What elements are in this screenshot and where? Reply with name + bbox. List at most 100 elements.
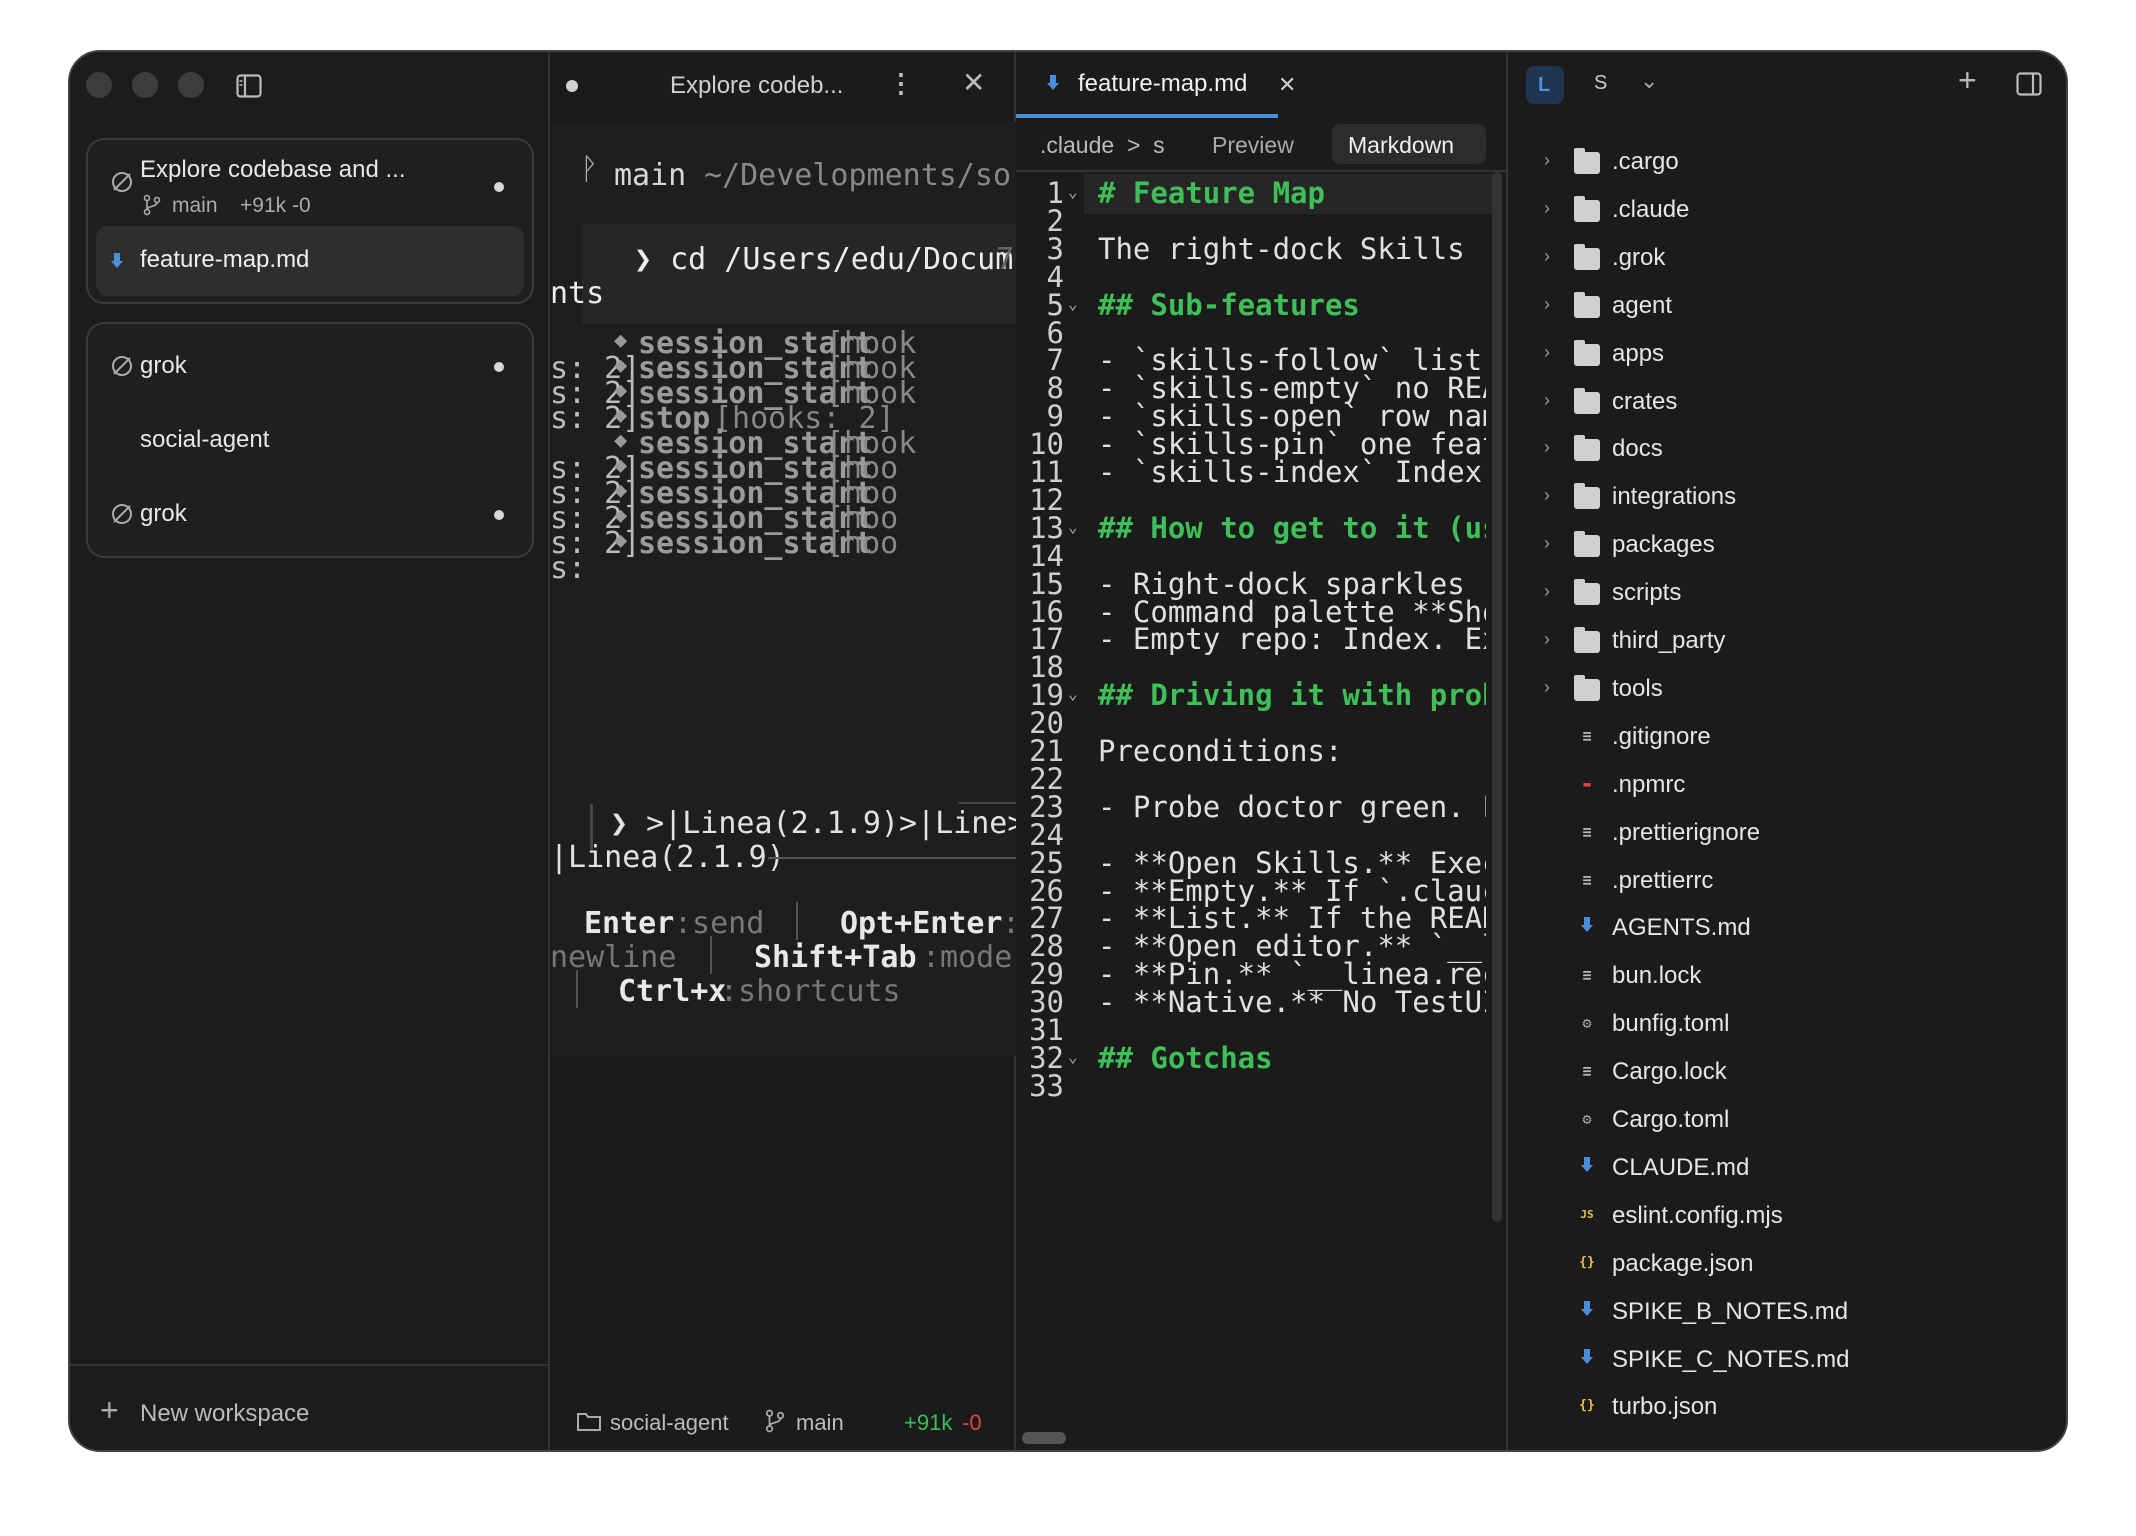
add-icon[interactable]: + [1958, 62, 1977, 99]
editor-tab[interactable]: feature-map.md ✕ [1016, 52, 1296, 118]
tab-s[interactable]: S [1594, 72, 1607, 95]
code-line: 20 [1016, 706, 1486, 740]
new-workspace-button[interactable]: + New workspace [100, 1392, 400, 1436]
tree-file[interactable]: ≡ .prettierignore [1508, 809, 2066, 857]
vertical-scrollbar[interactable] [1492, 172, 1502, 1222]
tree-folder[interactable]: › packages [1508, 521, 2066, 569]
terminal-tab-title[interactable]: Explore codeb... [670, 72, 843, 100]
file-name: CLAUDE.md [1612, 1153, 1750, 1181]
code-line: 14 [1016, 539, 1486, 573]
fold-chevron-icon[interactable]: ⌄ [1068, 294, 1078, 313]
chevron-right-icon[interactable]: › [1544, 485, 1550, 506]
prompt-branch: main [614, 158, 687, 193]
status-branch: main [796, 1410, 844, 1435]
breadcrumb[interactable]: .claude > s [1040, 132, 1165, 159]
horizontal-scrollbar[interactable] [1022, 1432, 1066, 1444]
folder-icon [577, 1413, 601, 1431]
panel-toggle-icon[interactable] [2016, 72, 2042, 96]
close-tab-icon[interactable]: ✕ [962, 66, 985, 99]
workspace-item-grok[interactable]: grok [88, 336, 532, 396]
tree-file[interactable]: SPIKE_B_NOTES.md [1508, 1288, 2066, 1336]
view-markdown-tab[interactable]: Markdown [1332, 124, 1486, 164]
zoom-window-button[interactable] [178, 72, 204, 98]
npm-icon: ▬ [1583, 776, 1591, 791]
markdown-icon [1574, 1156, 1600, 1178]
minimize-window-button[interactable] [132, 72, 158, 98]
folder-name: .claude [1612, 195, 1690, 223]
code-line: 15- Right-dock sparkles r [1016, 567, 1486, 601]
diamond-icon: ◆ [614, 478, 628, 503]
chevron-right-icon[interactable]: › [1544, 246, 1550, 267]
workspace-item-social-agent[interactable]: social-agent [88, 410, 532, 470]
chevron-down-icon[interactable]: ⌄ [1640, 68, 1658, 94]
tree-file[interactable]: {} turbo.json [1508, 1383, 2066, 1431]
workspace-item-grok-2[interactable]: grok [88, 484, 532, 544]
tree-file[interactable]: ⚙ Cargo.toml [1508, 1096, 2066, 1144]
tree-folder[interactable]: › third_party [1508, 617, 2066, 665]
view-preview-tab[interactable]: Preview [1212, 132, 1294, 159]
sidebar-toggle-icon[interactable] [236, 74, 262, 98]
chevron-right-icon[interactable]: › [1544, 677, 1550, 698]
code-line: 4 [1016, 260, 1486, 294]
more-icon[interactable]: ⋮ [888, 68, 914, 99]
tree-file[interactable]: ≡ bun.lock [1508, 952, 2066, 1000]
tree-file[interactable]: ▬ .npmrc [1508, 761, 2066, 809]
close-window-button[interactable] [86, 72, 112, 98]
terminal-output[interactable]: ᚹ main ~/Developments/so ❯ cd /Users/edu… [550, 122, 1016, 1056]
lines-icon: ≡ [1582, 870, 1592, 889]
tree-file[interactable]: SPIKE_C_NOTES.md [1508, 1336, 2066, 1384]
chevron-right-icon[interactable]: › [1544, 390, 1550, 411]
tab-l[interactable]: L [1526, 66, 1564, 104]
tree-folder[interactable]: › .grok [1508, 234, 2066, 282]
tree-folder[interactable]: › .claude [1508, 186, 2066, 234]
chevron-right-icon[interactable]: › [1544, 437, 1550, 458]
help-enter-key: Enter [584, 906, 675, 941]
tree-folder[interactable]: › agent [1508, 282, 2066, 330]
tree-file[interactable]: {} package.json [1508, 1240, 2066, 1288]
tree-file[interactable]: ⚙ bunfig.toml [1508, 1000, 2066, 1048]
chevron-right-icon[interactable]: › [1544, 198, 1550, 219]
tree-folder[interactable]: › tools [1508, 665, 2066, 713]
editor-toolbar: .claude > s Preview Markdown [1016, 120, 1508, 172]
cd-command-num: 7 [996, 242, 1015, 277]
chevron-right-icon[interactable]: › [1544, 150, 1550, 171]
fold-chevron-icon[interactable]: ⌄ [1068, 1047, 1078, 1066]
chevron-right-icon[interactable]: › [1544, 581, 1550, 602]
tree-folder[interactable]: › apps [1508, 330, 2066, 378]
workspace-file-item[interactable]: feature-map.md [96, 226, 524, 296]
fold-chevron-icon[interactable]: ⌄ [1068, 517, 1078, 536]
sync-icon [112, 504, 132, 524]
fold-chevron-icon[interactable]: ⌄ [1068, 182, 1078, 201]
code-line: 16- Command palette **Sho [1016, 595, 1486, 629]
chevron-right-icon[interactable]: › [1544, 342, 1550, 363]
tree-file[interactable]: JS eslint.config.mjs [1508, 1192, 2066, 1240]
tree-file[interactable]: ≡ .prettierrc [1508, 857, 2066, 905]
code-area[interactable]: 1 ⌄ # Feature Map 2 3 The right-dock Skills r… [1016, 172, 1486, 1412]
input-line[interactable]: ❯ >|Linea(2.1.9)>|Line> [610, 806, 1016, 841]
help-shifttab-desc: :mode [922, 940, 1013, 975]
tree-folder[interactable]: › scripts [1508, 569, 2066, 617]
status-folder: social-agent [610, 1410, 729, 1435]
tree-folder[interactable]: › crates [1508, 378, 2066, 426]
close-tab-icon[interactable]: ✕ [1278, 72, 1296, 98]
tree-folder[interactable]: › integrations [1508, 473, 2066, 521]
app-window: Explore codebase and ... main +91k -0 fe… [68, 50, 2068, 1452]
fold-chevron-icon[interactable]: ⌄ [1068, 684, 1078, 703]
tree-file[interactable]: CLAUDE.md [1508, 1144, 2066, 1192]
chevron-right-icon[interactable]: › [1544, 629, 1550, 650]
log-line: s: [550, 551, 1016, 586]
chevron-right-icon[interactable]: › [1544, 533, 1550, 554]
code-line: 27- **List.** If the READ [1016, 901, 1486, 935]
tree-folder[interactable]: › docs [1508, 425, 2066, 473]
tree-folder[interactable]: › .cargo [1508, 138, 2066, 186]
workspace-item-explore[interactable]: Explore codebase and ... main +91k -0 [88, 144, 532, 217]
chevron-right-icon[interactable]: › [1544, 294, 1550, 315]
line-number: 33 [1029, 1068, 1064, 1103]
tree-file[interactable]: ≡ .gitignore [1508, 713, 2066, 761]
folder-name: tools [1612, 674, 1663, 702]
tree-file[interactable]: ≡ Cargo.lock [1508, 1048, 2066, 1096]
json-icon: {} [1579, 1398, 1595, 1414]
folder-name: agent [1612, 291, 1673, 319]
workspace-branch: main [172, 194, 218, 217]
tree-file[interactable]: AGENTS.md [1508, 904, 2066, 952]
